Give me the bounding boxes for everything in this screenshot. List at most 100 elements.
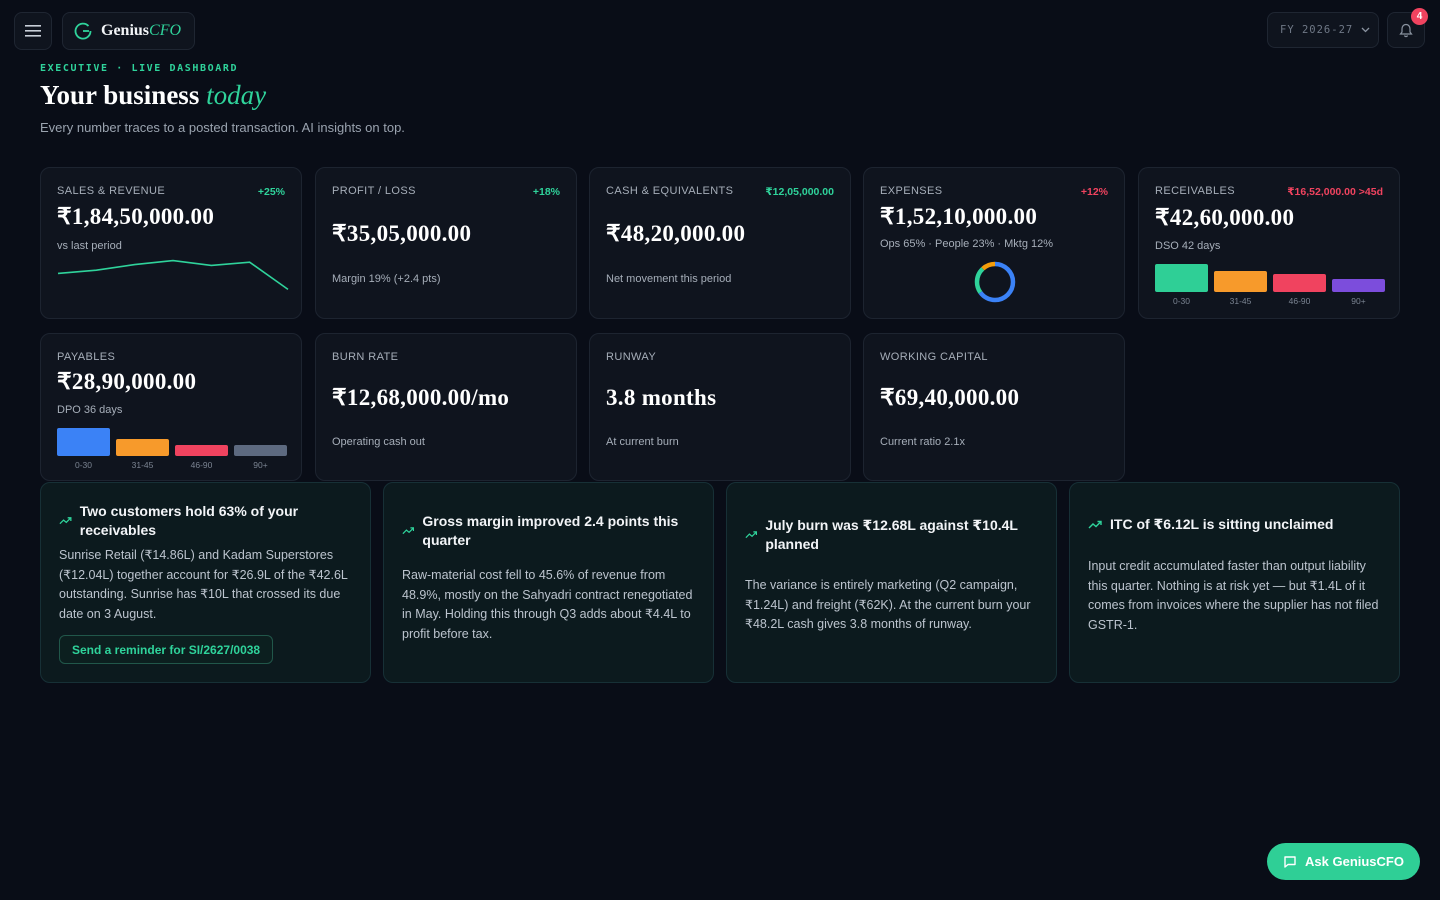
kpi-label: SALES & REVENUE: [57, 185, 166, 197]
expenses-donut: [974, 261, 1016, 303]
kpi-sub: Ops 65% · People 23% · Mktg 12%: [880, 238, 1054, 250]
insight-card-itc[interactable]: ITC of ₹6.12L is sitting unclaimed Input…: [1069, 482, 1400, 683]
chevron-down-icon: [1361, 27, 1370, 33]
kpi-card-receivables[interactable]: RECEIVABLES ₹16,52,000.00 >45d ₹42,60,00…: [1138, 167, 1400, 319]
kpi-value: ₹28,90,000.00: [57, 369, 197, 394]
aging-bar-0-30: [57, 428, 110, 456]
kpi-label: WORKING CAPITAL: [880, 351, 988, 363]
top-bar: Genius CFO FY 2026-27 4: [0, 0, 1440, 62]
kpi-card-runway[interactable]: RUNWAY 3.8 months At current burn: [589, 333, 851, 481]
kpi-value: ₹12,68,000.00/mo: [332, 385, 510, 410]
insight-body: Sunrise Retail (₹14.86L) and Kadam Super…: [59, 548, 348, 621]
insight-title: Gross margin improved 2.4 points this qu…: [422, 513, 679, 548]
kpi-delta: +18%: [532, 186, 560, 198]
kpi-value: ₹1,84,50,000.00: [57, 204, 215, 229]
kpi-sub: Margin 19% (+2.4 pts): [332, 273, 441, 285]
kpi-card-sales[interactable]: SALES & REVENUE +25% ₹1,84,50,000.00 vs …: [40, 167, 302, 319]
aging-bar-31-45: [116, 439, 169, 456]
kpi-delta: +25%: [257, 186, 285, 198]
aging-bar-46-90: [1273, 274, 1326, 292]
send-reminder-button[interactable]: Send a reminder for SI/2627/0038: [59, 635, 274, 664]
kpi-label: BURN RATE: [332, 351, 399, 363]
payables-aging-bars: 0-30 31-45 46-90 90+: [57, 420, 287, 470]
insight-header: Gross margin improved 2.4 points this qu…: [402, 512, 695, 550]
kpi-sub: Net movement this period: [606, 273, 732, 285]
kpi-delta: +12%: [1080, 186, 1108, 198]
aging-bar-label: 46-90: [1288, 296, 1311, 306]
aging-bar-label: 46-90: [190, 460, 213, 470]
kpi-card-burn[interactable]: BURN RATE ₹12,68,000.00/mo Operating cas…: [315, 333, 577, 481]
kpi-sub: DPO 36 days: [57, 404, 123, 416]
insight-header: Two customers hold 63% of your receivabl…: [59, 502, 352, 540]
sales-sparkline: [57, 259, 289, 291]
fiscal-year-value: FY 2026-27: [1280, 24, 1354, 36]
ask-geniuscfo-button[interactable]: Ask GeniusCFO: [1267, 843, 1420, 880]
aging-bar-0-30: [1155, 264, 1208, 292]
aging-bar-label: 0-30: [74, 460, 92, 470]
hamburger-icon: [25, 25, 41, 37]
aging-bar-46-90: [175, 445, 228, 456]
kpi-sub: Current ratio 2.1x: [880, 436, 965, 448]
insight-card-burn[interactable]: July burn was ₹12.68L against ₹10.4L pla…: [726, 482, 1057, 683]
kpi-label: RUNWAY: [606, 351, 657, 363]
insight-body: The variance is entirely marketing (Q2 c…: [745, 578, 1031, 631]
kpi-sub: Operating cash out: [332, 436, 425, 448]
aging-bar-label: 0-30: [1172, 296, 1190, 306]
kpi-label: PAYABLES: [57, 351, 116, 363]
chat-bubble-icon: [1284, 855, 1296, 868]
kpi-value: ₹35,05,000.00: [332, 221, 472, 246]
logo-mark-icon: [74, 22, 92, 40]
kpi-card-cash[interactable]: CASH & EQUIVALENTS ₹12,05,000.00 ₹48,20,…: [589, 167, 851, 319]
kpi-delta: ₹16,52,000.00 >45d: [1287, 186, 1383, 198]
brand-logo[interactable]: Genius CFO: [62, 12, 195, 50]
brand-name: Genius: [101, 22, 150, 39]
insight-title: Two customers hold 63% of your receivabl…: [79, 503, 299, 538]
kpi-sub: At current burn: [606, 436, 679, 448]
trend-up-icon: [402, 527, 415, 535]
insight-card-margin[interactable]: Gross margin improved 2.4 points this qu…: [383, 482, 714, 683]
fiscal-year-select[interactable]: FY 2026-27: [1267, 12, 1379, 48]
title-text: Your business: [40, 80, 200, 110]
kpi-card-profit[interactable]: PROFIT / LOSS +18% ₹35,05,000.00 Margin …: [315, 167, 577, 319]
trend-up-icon: [1088, 520, 1102, 528]
insight-header: ITC of ₹6.12L is sitting unclaimed: [1088, 515, 1381, 534]
kpi-value: 3.8 months: [606, 385, 717, 410]
bell-icon: [1399, 23, 1413, 37]
page-subtitle: Every number traces to a posted transact…: [40, 120, 405, 135]
notification-count-badge: 4: [1411, 8, 1428, 25]
aging-bar-label: 90+: [253, 460, 268, 470]
menu-button[interactable]: [14, 12, 52, 50]
insight-card-receivables[interactable]: Two customers hold 63% of your receivabl…: [40, 482, 371, 683]
kpi-sub: vs last period: [57, 240, 122, 252]
kpi-label: EXPENSES: [880, 185, 943, 197]
kpi-delta: ₹12,05,000.00: [765, 186, 834, 198]
kpi-value: ₹69,40,000.00: [880, 385, 1020, 410]
kpi-card-expenses[interactable]: EXPENSES +12% ₹1,52,10,000.00 Ops 65% · …: [863, 167, 1125, 319]
sparkline-line: [57, 259, 289, 291]
aging-bar-label: 90+: [1351, 296, 1366, 306]
kpi-label: RECEIVABLES: [1155, 185, 1236, 197]
aging-bar-label: 31-45: [1229, 296, 1252, 306]
page-eyebrow: EXECUTIVE · LIVE DASHBOARD: [40, 63, 239, 74]
trend-up-icon: [59, 517, 72, 525]
title-accent: today: [206, 80, 267, 110]
kpi-value: ₹42,60,000.00: [1155, 205, 1295, 230]
kpi-value: ₹48,20,000.00: [606, 221, 746, 246]
ask-button-label: Ask GeniusCFO: [1305, 854, 1404, 869]
receivables-aging-bars: 0-30 31-45 46-90 90+: [1155, 256, 1385, 306]
insight-body: Raw-material cost fell to 45.6% of reven…: [402, 568, 693, 641]
aging-bar-90+: [234, 445, 287, 456]
aging-bar-label: 31-45: [131, 460, 154, 470]
insight-body: Input credit accumulated faster than out…: [1088, 559, 1379, 632]
kpi-value: ₹1,52,10,000.00: [880, 204, 1038, 229]
brand-suffix: CFO: [149, 22, 182, 39]
kpi-card-working-capital[interactable]: WORKING CAPITAL ₹69,40,000.00 Current ra…: [863, 333, 1125, 481]
kpi-card-payables[interactable]: PAYABLES ₹28,90,000.00 DPO 36 days 0-30 3…: [40, 333, 302, 481]
aging-bar-31-45: [1214, 271, 1267, 292]
insight-title: July burn was ₹12.68L against ₹10.4L pla…: [765, 517, 1018, 552]
insight-title: ITC of ₹6.12L is sitting unclaimed: [1110, 516, 1334, 532]
page-title: Your business today: [40, 80, 266, 111]
insight-header: July burn was ₹12.68L against ₹10.4L pla…: [745, 516, 1038, 554]
kpi-label: PROFIT / LOSS: [332, 185, 416, 197]
trend-up-icon: [745, 531, 758, 539]
